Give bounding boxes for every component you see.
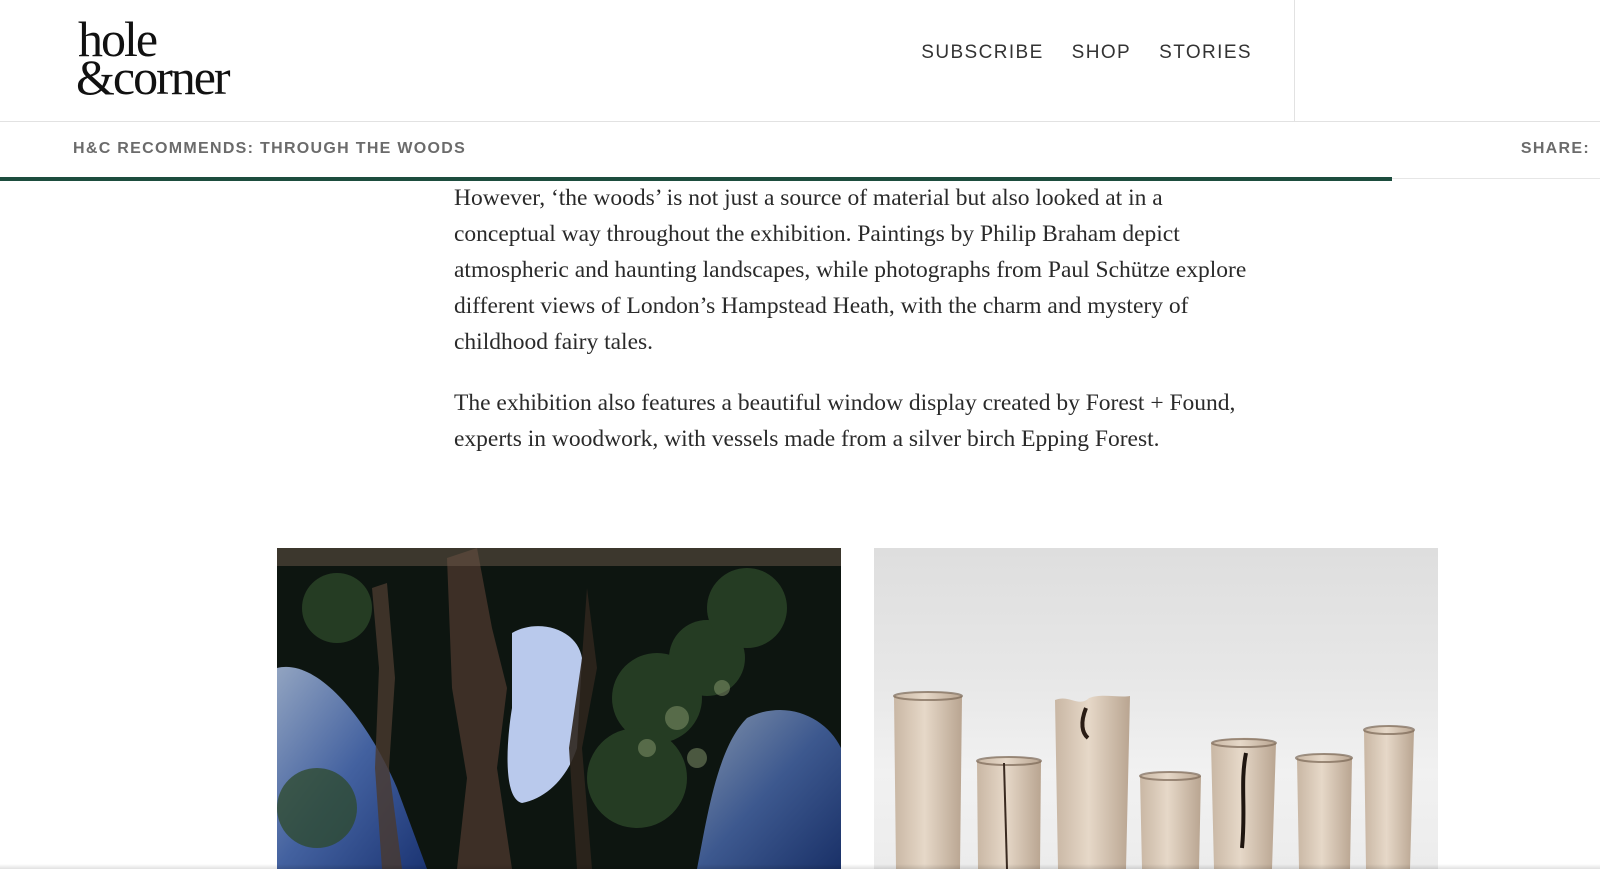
article-paragraph: However, ‘the woods’ is not just a sourc…: [454, 185, 1247, 355]
article-title: H&C RECOMMENDS: THROUGH THE WOODS: [73, 140, 467, 157]
main-nav: SUBSCRIBE SHOP STORIES: [921, 42, 1252, 64]
header-divider: [1294, 0, 1295, 121]
nav-stories[interactable]: STORIES: [1159, 42, 1252, 64]
article-paragraph: The exhibition also features a beautiful…: [454, 390, 1236, 452]
share-button[interactable]: SHARE:: [1521, 140, 1590, 158]
page-bottom-edge: [0, 864, 1600, 869]
logo-text-line2: &corner: [76, 49, 231, 105]
site-logo[interactable]: hole &corner: [76, 14, 306, 104]
wooden-vessels-photo: [874, 548, 1438, 869]
woods-reflection-photo: [277, 548, 841, 869]
article-body: However, ‘the woods’ is not just a sourc…: [454, 180, 1264, 482]
nav-shop[interactable]: SHOP: [1072, 42, 1131, 64]
article-subbar: H&C RECOMMENDS: THROUGH THE WOODS SHARE:: [0, 122, 1600, 178]
site-header: hole &corner SUBSCRIBE SHOP STORIES: [0, 0, 1600, 121]
nav-subscribe[interactable]: SUBSCRIBE: [921, 42, 1043, 64]
